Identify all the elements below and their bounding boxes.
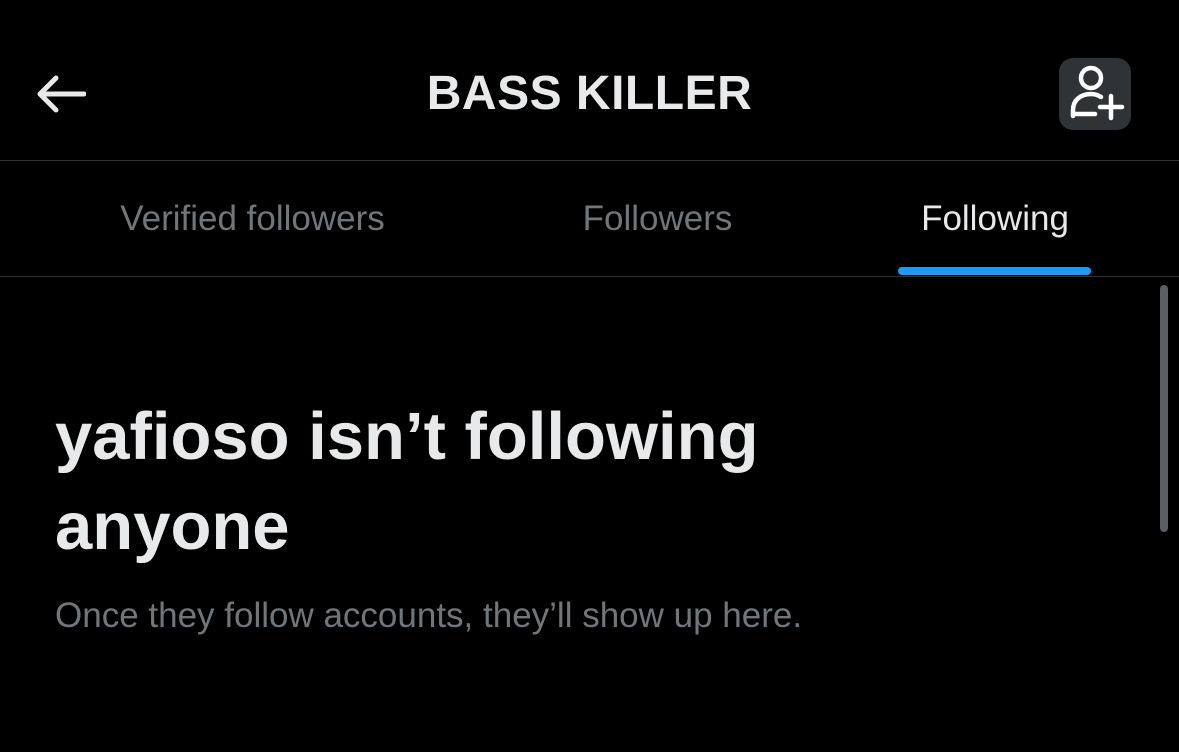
top-bar: BASS KILLER bbox=[0, 0, 1179, 160]
empty-state-title: yafioso isn’t following anyone bbox=[55, 399, 759, 564]
empty-state-subtitle: Once they follow accounts, they’ll show … bbox=[55, 596, 803, 635]
add-user-button[interactable] bbox=[1059, 58, 1131, 130]
active-tab-indicator bbox=[898, 267, 1091, 275]
tabs-divider bbox=[0, 276, 1179, 277]
tab-bar: Verified followers Followers Following bbox=[0, 161, 1179, 276]
tab-verified-followers[interactable]: Verified followers bbox=[60, 161, 445, 276]
scrollbar[interactable] bbox=[1160, 285, 1168, 532]
tab-following[interactable]: Following bbox=[880, 161, 1110, 276]
page-title: BASS KILLER bbox=[426, 67, 753, 120]
person-add-icon bbox=[1065, 62, 1125, 127]
tab-followers[interactable]: Followers bbox=[540, 161, 775, 276]
